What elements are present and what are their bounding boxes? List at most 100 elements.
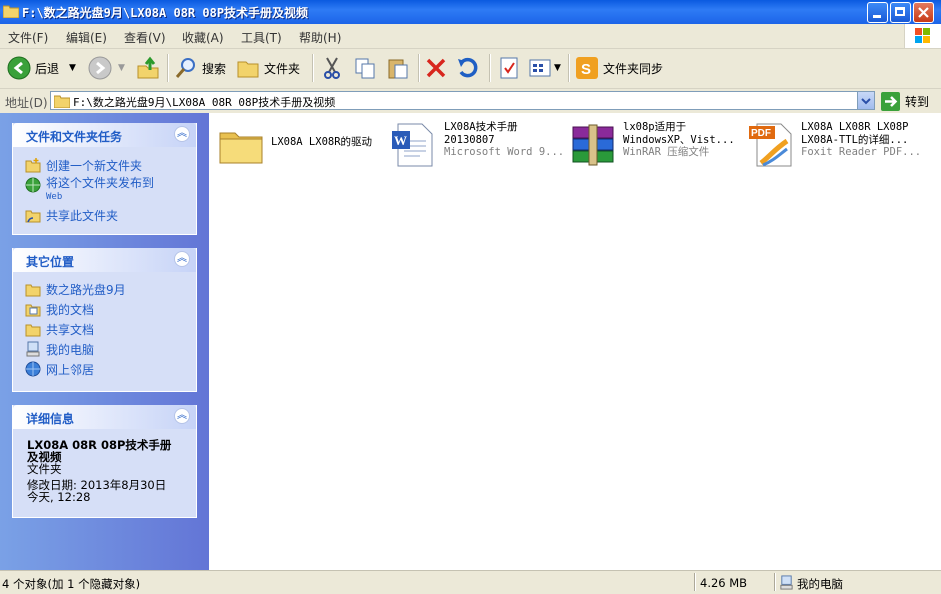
- new-folder-link[interactable]: 创建一个新文件夹: [25, 157, 142, 174]
- folder-icon: [25, 284, 41, 297]
- forward-dropdown-icon[interactable]: ▼: [118, 63, 125, 73]
- file-type: Foxit Reader PDF...: [801, 146, 922, 158]
- place-shared-documents[interactable]: 共享文档: [25, 321, 94, 338]
- status-object-count: 4 个对象(加 1 个隐藏对象): [2, 577, 141, 591]
- menu-view[interactable]: 查看(V): [124, 29, 166, 46]
- title-bar[interactable]: F:\数之路光盘9月\LX08A 08R 08P技术手册及视频: [0, 0, 941, 24]
- file-item-pdf-manual[interactable]: PDF LX08A LX08R LX08P LX08A-TTL的详细... Fo…: [747, 121, 921, 169]
- back-label: 后退: [35, 61, 60, 76]
- copy-button[interactable]: [353, 53, 377, 83]
- undo-icon: [458, 57, 478, 78]
- place-shared-documents-label: 共享文档: [46, 323, 95, 337]
- file-name-line2: 20130807: [444, 133, 495, 146]
- collapse-chevron-icon[interactable]: ︽: [174, 126, 190, 142]
- menu-favorites[interactable]: 收藏(A): [182, 29, 224, 46]
- place-parent-folder[interactable]: 数之路光盘9月: [25, 281, 126, 298]
- cut-button[interactable]: [320, 53, 344, 83]
- other-places-panel: 其它位置 ︽ 数之路光盘9月 我的文档 共享文档 我的电脑 网上邻居: [12, 248, 197, 392]
- menu-tools[interactable]: 工具(T): [241, 29, 282, 46]
- my-computer-icon: [26, 341, 40, 357]
- folder-sync-label: 文件夹同步: [603, 61, 664, 76]
- place-network[interactable]: 网上邻居: [25, 361, 94, 378]
- back-dropdown-icon[interactable]: ▼: [69, 63, 76, 73]
- up-folder-button[interactable]: [136, 53, 160, 83]
- file-name-line1: LX08A LX08R LX08P: [801, 121, 909, 133]
- paste-icon: [388, 59, 408, 79]
- details-panel: 详细信息 ︽ LX08A 08R 08P技术手册 及视频 文件夹 修改日期: 2…: [12, 405, 197, 518]
- word-doc-icon: W: [392, 123, 433, 167]
- back-button[interactable]: 后退 ▼: [7, 53, 76, 83]
- file-tasks-panel: 文件和文件夹任务 ︽ 创建一个新文件夹 将这个文件夹发布到 Web 共享此文件夹: [12, 123, 197, 235]
- place-my-documents[interactable]: 我的文档: [25, 301, 94, 318]
- properties-button[interactable]: [497, 53, 521, 83]
- menu-bar: 文件(F) 编辑(E) 查看(V) 收藏(A) 工具(T) 帮助(H): [0, 24, 941, 49]
- details-title: 详细信息: [26, 412, 75, 426]
- new-folder-icon: [25, 158, 41, 173]
- search-button[interactable]: 搜索: [174, 53, 226, 83]
- file-type: WinRAR 压缩文件: [623, 146, 710, 158]
- details-type: 文件夹: [27, 462, 62, 476]
- file-name-line1: lx08p适用于: [623, 121, 687, 133]
- folder-icon: [219, 132, 263, 164]
- globe-icon: [25, 177, 41, 193]
- menu-file[interactable]: 文件(F): [8, 29, 48, 46]
- folders-button[interactable]: 文件夹: [236, 53, 300, 83]
- file-name-line2: WindowsXP、Vist...: [623, 133, 735, 146]
- maximize-button[interactable]: [890, 2, 911, 23]
- details-modified-line2: 今天, 12:28: [27, 490, 91, 504]
- pdf-icon: PDF: [749, 123, 792, 167]
- window-title: F:\数之路光盘9月\LX08A 08R 08P技术手册及视频: [22, 6, 309, 20]
- collapse-chevron-icon[interactable]: ︽: [174, 251, 190, 267]
- file-item-word-manual[interactable]: W LX08A技术手册 20130807 Microsoft Word 9...: [390, 121, 564, 169]
- views-button[interactable]: ▼: [528, 53, 561, 83]
- status-bar: 4 个对象(加 1 个隐藏对象) 4.26 MB 我的电脑: [0, 570, 941, 594]
- address-label: 地址(D): [5, 96, 48, 110]
- menu-edit[interactable]: 编辑(E): [66, 29, 107, 46]
- share-folder-link[interactable]: 共享此文件夹: [25, 207, 118, 224]
- go-label: 转到: [905, 95, 930, 109]
- close-button[interactable]: [913, 2, 934, 23]
- file-item-rar-archive[interactable]: lx08p适用于 WindowsXP、Vist... WinRAR 压缩文件: [569, 121, 735, 169]
- folders-label: 文件夹: [264, 61, 301, 76]
- address-bar: 地址(D) F:\数之路光盘9月\LX08A 08R 08P技术手册及视频 转到: [0, 89, 941, 114]
- svg-text:W: W: [394, 133, 407, 148]
- undo-button[interactable]: [456, 53, 480, 83]
- file-name-line1: LX08A技术手册: [444, 121, 518, 133]
- folder-icon: [3, 5, 19, 18]
- folder-sync-button[interactable]: S 文件夹同步: [575, 53, 663, 83]
- publish-web-link[interactable]: 将这个文件夹发布到 Web: [25, 177, 154, 203]
- forward-button[interactable]: ▼: [88, 53, 125, 83]
- my-documents-icon: [25, 304, 41, 317]
- up-folder-icon: [137, 56, 159, 79]
- views-dropdown-icon[interactable]: ▼: [554, 63, 561, 73]
- address-dropdown-button[interactable]: [857, 92, 874, 109]
- file-tasks-title: 文件和文件夹任务: [26, 130, 123, 144]
- close-icon: [918, 7, 929, 18]
- paste-button[interactable]: [386, 53, 410, 83]
- windows-logo: [904, 24, 941, 48]
- svg-text:PDF: PDF: [751, 128, 771, 139]
- file-tasks-header[interactable]: 文件和文件夹任务 ︽: [13, 123, 196, 147]
- share-folder-label: 共享此文件夹: [46, 209, 119, 223]
- address-value: F:\数之路光盘9月\LX08A 08R 08P技术手册及视频: [73, 96, 336, 109]
- back-arrow-icon: [7, 56, 31, 80]
- details-header[interactable]: 详细信息 ︽: [13, 405, 196, 429]
- other-places-title: 其它位置: [26, 255, 75, 269]
- menu-help[interactable]: 帮助(H): [299, 29, 341, 46]
- collapse-chevron-icon[interactable]: ︽: [174, 408, 190, 424]
- toolbar: 后退 ▼ ▼ 搜索 文件夹 ▼ S 文件夹同步: [0, 49, 941, 89]
- task-pane: 文件和文件夹任务 ︽ 创建一个新文件夹 将这个文件夹发布到 Web 共享此文件夹 …: [0, 113, 209, 570]
- place-parent-folder-label: 数之路光盘9月: [46, 283, 126, 297]
- go-button[interactable]: 转到: [881, 92, 929, 111]
- file-item-driver-folder[interactable]: LX08A LX08R的驱动: [217, 121, 372, 169]
- other-places-header[interactable]: 其它位置 ︽: [13, 248, 196, 272]
- place-my-computer[interactable]: 我的电脑: [25, 341, 94, 358]
- address-input[interactable]: F:\数之路光盘9月\LX08A 08R 08P技术手册及视频: [50, 91, 875, 110]
- file-name-line1: LX08A LX08R的驱动: [271, 136, 373, 148]
- file-view[interactable]: LX08A LX08R的驱动 W LX08A技术手册 20130807 Micr…: [209, 113, 941, 570]
- minimize-button[interactable]: [867, 2, 888, 23]
- status-location: 我的电脑: [797, 577, 843, 591]
- properties-icon: [500, 57, 518, 79]
- place-my-documents-label: 我的文档: [46, 303, 95, 317]
- delete-button[interactable]: [424, 53, 448, 83]
